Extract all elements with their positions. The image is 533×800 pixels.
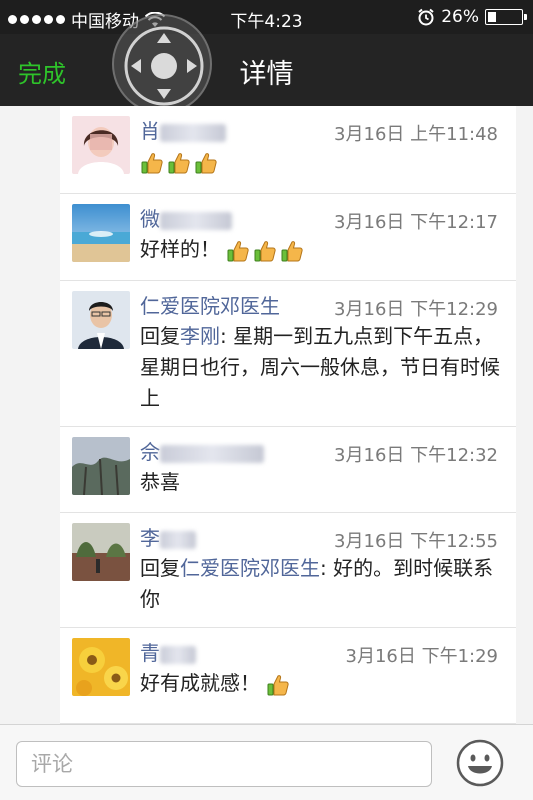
comment-bar	[0, 724, 533, 800]
avatar[interactable]	[72, 204, 130, 262]
comment-timestamp: 3月16日 下午12:17	[334, 212, 498, 233]
avatar[interactable]	[72, 116, 130, 174]
comment-timestamp: 3月16日 下午1:29	[345, 646, 499, 667]
commenter-name[interactable]: 肖	[140, 115, 226, 144]
thumbs-up-icon	[253, 239, 277, 263]
thumbs-up-icons	[226, 239, 304, 263]
comment-item: 仁爱医院邓医生 3月16日 下午12:29 回复李刚: 星期一到五九点到下午五点…	[60, 281, 516, 427]
avatar[interactable]	[72, 523, 130, 581]
commenter-name[interactable]: 青	[140, 637, 196, 666]
comment-text: 回复李刚: 星期一到五九点到下午五点，星期日也行，周六一般休息，节日有时候上	[140, 324, 500, 410]
avatar[interactable]	[72, 638, 130, 696]
thumbs-up-icon	[280, 239, 304, 263]
commenter-name[interactable]: 佘	[140, 436, 264, 465]
comment-item: 佘 3月16日 下午12:32 恭喜	[60, 427, 516, 513]
comment-timestamp: 3月16日 下午12:55	[334, 531, 498, 552]
comment-text: 好有成就感！	[140, 668, 500, 699]
assistive-touch-icon[interactable]	[112, 14, 212, 114]
comment-timestamp: 3月16日 下午12:32	[334, 445, 498, 466]
comment-item: 青 3月16日 下午1:29 好有成就感！	[60, 628, 516, 724]
commenter-name[interactable]: 微	[140, 203, 232, 232]
smiley-icon[interactable]	[456, 739, 504, 787]
thumbs-up-icons	[266, 673, 290, 697]
avatar[interactable]	[72, 437, 130, 495]
comment-input[interactable]	[16, 741, 432, 787]
nav-bar: 完成 详情	[0, 14, 533, 114]
thumbs-up-icon	[266, 673, 290, 697]
status-bar: 中国移动 下午4:23 26%	[0, 0, 533, 34]
comment-item: 微 3月16日 下午12:17 好样的！	[60, 194, 516, 281]
commenter-name[interactable]: 李	[140, 522, 196, 551]
reply-to-link[interactable]: 仁爱医院邓医生	[180, 556, 320, 580]
comment-item: 李 3月16日 下午12:55 回复仁爱医院邓医生: 好的。到时候联系你	[60, 513, 516, 628]
reply-to-link[interactable]: 李刚	[180, 324, 220, 348]
comment-text: 恭喜	[140, 470, 180, 494]
comment-text	[140, 146, 500, 177]
thumbs-up-icon	[140, 151, 164, 175]
page-title: 详情	[239, 59, 294, 90]
comment-text: 好样的！	[140, 234, 500, 265]
battery-icon	[485, 9, 527, 25]
comment-timestamp: 3月16日 上午11:48	[334, 124, 498, 145]
battery-percent: 26%	[441, 7, 479, 27]
comment-item: 肖 3月16日 上午11:48	[60, 106, 516, 194]
thumbs-up-icon	[226, 239, 250, 263]
comment-list[interactable]: 肖 3月16日 上午11:48 微 3月16日 下午12:17 好样的！ 仁爱医…	[60, 106, 516, 724]
thumbs-up-icon	[167, 151, 191, 175]
thumbs-up-icon	[194, 151, 218, 175]
avatar[interactable]	[72, 291, 130, 349]
commenter-name[interactable]: 仁爱医院邓医生	[140, 290, 280, 319]
thumbs-up-icons	[140, 151, 218, 175]
comment-timestamp: 3月16日 下午12:29	[334, 299, 498, 320]
comment-text: 回复仁爱医院邓医生: 好的。到时候联系你	[140, 556, 494, 611]
alarm-icon	[418, 8, 434, 26]
